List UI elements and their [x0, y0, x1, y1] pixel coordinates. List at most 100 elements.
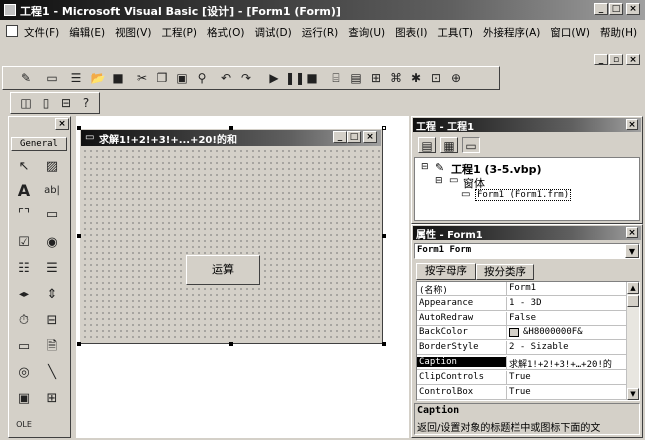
property-value[interactable]: 1 - 3D	[509, 298, 629, 308]
property-grid-scrollbar[interactable]: ▲ ▼	[626, 282, 639, 400]
picturebox-tool-icon[interactable]: ▨	[41, 157, 63, 177]
run-icon[interactable]: ▶	[265, 70, 283, 86]
resize-handle-bm[interactable]	[229, 342, 233, 346]
copy-icon[interactable]: ❐	[153, 70, 171, 86]
property-value[interactable]: True	[509, 372, 629, 382]
view-object-icon[interactable]: ▦	[440, 137, 458, 153]
hscrollbar-tool-icon[interactable]: ◂▸	[13, 285, 35, 305]
property-value[interactable]: &H8000000F&	[523, 327, 639, 337]
project-close-button[interactable]: ×	[626, 119, 638, 130]
menu-item[interactable]: 运行(R)	[302, 27, 339, 39]
combobox-tool-icon[interactable]: ☷	[13, 259, 35, 279]
menu-item[interactable]: 调试(D)	[254, 27, 291, 39]
minimize-button[interactable]: _	[594, 3, 608, 15]
image-tool-icon[interactable]: ▣	[13, 389, 35, 409]
menu-item[interactable]: 工具(T)	[437, 27, 473, 39]
help-icon[interactable]: ?	[77, 95, 95, 111]
scroll-thumb[interactable]	[627, 295, 639, 307]
ole-tool-icon[interactable]: OLE	[13, 415, 35, 435]
find-icon[interactable]: ⚲	[193, 70, 211, 86]
dirlistbox-tool-icon[interactable]: ▭	[13, 337, 35, 357]
combobox-dropdown-icon[interactable]: ▼	[625, 244, 639, 258]
resize-handle-br[interactable]	[382, 342, 386, 346]
visual-component-icon[interactable]: ⊕	[447, 70, 465, 86]
scroll-down-icon[interactable]: ▼	[627, 388, 639, 400]
object-combobox[interactable]: Form1 Form ▼	[414, 243, 640, 259]
property-value[interactable]: 2 - Sizable	[509, 342, 629, 352]
resize-handle-tm[interactable]	[229, 126, 233, 130]
properties-close-button[interactable]: ×	[626, 227, 638, 238]
menu-item[interactable]: 格式(O)	[207, 27, 244, 39]
tab-alphabetic[interactable]: 按字母序	[416, 263, 476, 280]
save-icon[interactable]: ■	[109, 70, 127, 86]
menu-item[interactable]: 查询(U)	[348, 27, 385, 39]
label-tool-icon[interactable]: A	[13, 181, 35, 201]
resize-handle-tl[interactable]	[77, 126, 81, 130]
resize-handle-mr[interactable]	[382, 234, 386, 238]
menu-item[interactable]: 视图(V)	[115, 27, 151, 39]
tab-categorized[interactable]: 按分类序	[476, 264, 534, 280]
property-row[interactable]: BackColor &H8000000F&	[417, 326, 631, 341]
property-value[interactable]: True	[509, 387, 629, 397]
pause-icon[interactable]: ❚❚	[285, 70, 305, 86]
scroll-up-icon[interactable]: ▲	[627, 282, 639, 294]
pointer-tool-icon[interactable]: ↖	[13, 157, 35, 177]
drivelistbox-tool-icon[interactable]: ⊟	[41, 311, 63, 331]
resize-handle-tr[interactable]	[382, 126, 386, 130]
commandbutton-tool-icon[interactable]: ▭	[41, 205, 63, 225]
mdi-minimize-button[interactable]: _	[594, 54, 608, 65]
stop-icon[interactable]: ■	[303, 70, 321, 86]
redo-icon[interactable]: ↷	[237, 70, 255, 86]
menu-item[interactable]: 窗口(W)	[550, 27, 590, 39]
open-icon[interactable]: 📂	[89, 70, 107, 86]
toolbox-close-button[interactable]: ×	[55, 118, 69, 130]
form-layout-icon[interactable]: ⊞	[367, 70, 385, 86]
property-value[interactable]: False	[509, 313, 629, 323]
menu-item[interactable]: 帮助(H)	[600, 27, 637, 39]
form1-maximize-button[interactable]: □	[347, 131, 361, 143]
frame-tool-icon[interactable]: ⌜⌝	[13, 205, 35, 225]
send-to-back-icon[interactable]: ▯	[37, 95, 55, 111]
mdi-close-button[interactable]: ×	[626, 54, 640, 65]
maximize-button[interactable]: □	[609, 3, 623, 15]
toggle-folders-icon[interactable]: ▭	[462, 137, 480, 153]
resize-handle-ml[interactable]	[77, 234, 81, 238]
menu-item[interactable]: 图表(I)	[395, 27, 427, 39]
checkbox-tool-icon[interactable]: ☑	[13, 233, 35, 253]
add-project-icon[interactable]: ✎	[17, 70, 35, 86]
folder-collapse-icon[interactable]: ⊟	[435, 176, 443, 186]
data-view-icon[interactable]: ⊡	[427, 70, 445, 86]
property-value[interactable]: Form1	[509, 283, 629, 293]
shape-tool-icon[interactable]: ◎	[13, 363, 35, 383]
form1-minimize-button[interactable]: _	[333, 131, 347, 143]
object-browser-icon[interactable]: ⌘	[387, 70, 405, 86]
data-tool-icon[interactable]: ⊞	[41, 389, 63, 409]
property-row[interactable]: Caption 求解1!+2!+3!+…+20!的	[417, 356, 631, 370]
timer-tool-icon[interactable]: ⏱	[13, 311, 35, 331]
vscrollbar-tool-icon[interactable]: ⇕	[41, 285, 63, 305]
property-row[interactable]: AutoRedraw False	[417, 311, 631, 326]
form1-close-button[interactable]: ×	[363, 131, 377, 143]
property-row[interactable]: ClipControls True	[417, 370, 631, 385]
property-row[interactable]: Appearance 1 - 3D	[417, 296, 631, 311]
form1-window[interactable]: ▭ 求解1!+2!+3!+...+20!的和 _ □ × 运算	[79, 128, 383, 344]
paste-icon[interactable]: ▣	[173, 70, 191, 86]
properties-window-icon[interactable]: ▤	[347, 70, 365, 86]
cut-icon[interactable]: ✂	[133, 70, 151, 86]
property-row[interactable]: BorderStyle 2 - Sizable	[417, 341, 631, 356]
optionbutton-tool-icon[interactable]: ◉	[41, 233, 63, 253]
line-tool-icon[interactable]: ╲	[41, 363, 63, 383]
menu-item[interactable]: 外接程序(A)	[483, 27, 540, 39]
menu-item[interactable]: 编辑(E)	[69, 27, 105, 39]
project-explorer-icon[interactable]: ⌸	[327, 70, 345, 86]
menu-editor-icon[interactable]: ☰	[67, 70, 85, 86]
property-row[interactable]: (名称) Form1	[417, 282, 631, 296]
add-form-icon[interactable]: ▭	[43, 70, 61, 86]
form1-client-area[interactable]: 运算	[82, 148, 380, 341]
filelistbox-tool-icon[interactable]: 🗎	[41, 337, 63, 357]
undo-icon[interactable]: ↶	[217, 70, 235, 86]
close-button[interactable]: ×	[626, 3, 640, 15]
tree-collapse-icon[interactable]: ⊟	[421, 162, 429, 172]
compute-button[interactable]: 运算	[186, 255, 260, 285]
resize-handle-bl[interactable]	[77, 342, 81, 346]
